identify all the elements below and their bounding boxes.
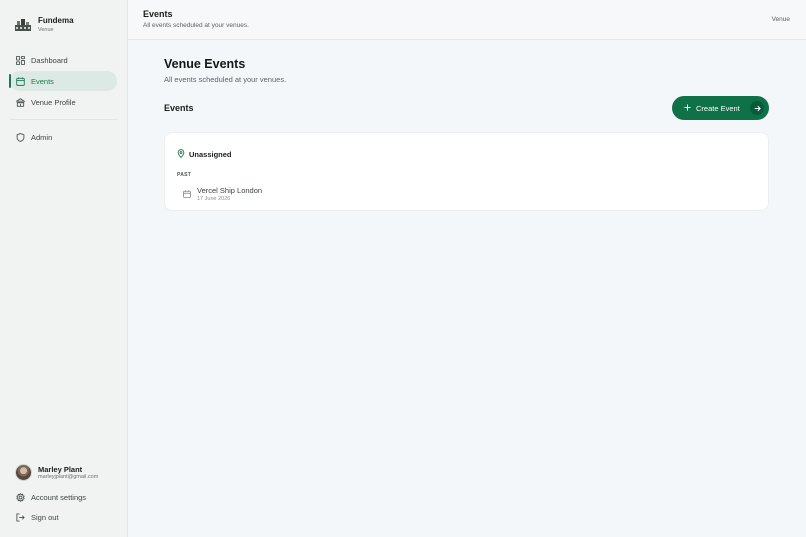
- sign-out-label: Sign out: [31, 512, 59, 522]
- sign-out-link[interactable]: Sign out: [10, 507, 117, 527]
- calendar-icon: [16, 76, 25, 86]
- sidebar-item-venue-profile[interactable]: Venue Profile: [10, 92, 117, 112]
- user-name: Marley Plant: [38, 464, 83, 474]
- arrow-right-icon: [750, 101, 764, 115]
- sign-out-icon: [16, 512, 25, 522]
- shield-icon: [16, 132, 25, 142]
- sidebar-item-events[interactable]: Events: [9, 71, 117, 91]
- map-pin-icon: [177, 145, 185, 163]
- avatar: [15, 464, 32, 481]
- nav-divider: [10, 119, 117, 120]
- page-title: Venue Events: [164, 57, 246, 71]
- topbar-title: Events: [143, 9, 173, 19]
- section-title: Events: [164, 103, 194, 113]
- create-event-label: Create Event: [696, 103, 740, 113]
- app-root: Fundema Venue Dashboard Events Venue Pro…: [0, 0, 806, 537]
- venue-logo-icon: [15, 17, 31, 33]
- calendar-icon: [183, 185, 191, 203]
- gear-icon: [16, 492, 25, 502]
- sidebar-footer: Marley Plant marleyjplant@gmail.com Acco…: [10, 464, 117, 527]
- sidebar-item-label: Dashboard: [31, 55, 68, 65]
- brand-sub: Venue: [38, 27, 54, 33]
- user-info: Marley Plant marleyjplant@gmail.com: [38, 465, 98, 481]
- grid-icon: [16, 55, 25, 65]
- topbar-heading: Events All events scheduled at your venu…: [143, 9, 249, 29]
- sidebar-item-admin[interactable]: Admin: [10, 127, 117, 147]
- main-nav: Dashboard Events Venue Profile Admin: [9, 50, 117, 147]
- create-event-content: Create Event: [684, 104, 740, 113]
- create-event-button[interactable]: Create Event: [672, 96, 769, 120]
- list-item[interactable]: Vercel Ship London 17 June 2026: [177, 185, 756, 203]
- sidebar-item-label: Events: [31, 76, 54, 86]
- sidebar: Fundema Venue Dashboard Events Venue Pro…: [0, 0, 128, 537]
- sidebar-item-dashboard[interactable]: Dashboard: [10, 50, 117, 70]
- event-group-title: Unassigned: [189, 149, 232, 159]
- events-section-header: Events Create Event: [164, 96, 769, 120]
- brand-name: Fundema: [38, 16, 74, 25]
- plus-icon: [684, 103, 691, 113]
- brand[interactable]: Fundema Venue: [10, 16, 117, 34]
- past-label: PAST: [177, 172, 192, 178]
- building-icon: [16, 97, 25, 107]
- user-email: marleyjplant@gmail.com: [38, 473, 99, 480]
- sidebar-item-label: Venue Profile: [31, 97, 76, 107]
- event-date: 17 June 2026: [197, 195, 231, 202]
- account-settings-link[interactable]: Account settings: [10, 487, 117, 507]
- main-content: Events All events scheduled at your venu…: [128, 0, 806, 537]
- brand-text: Fundema Venue: [38, 16, 74, 34]
- topbar-role: Venue: [771, 16, 790, 23]
- event-group-card: Unassigned PAST Vercel Ship London 17 Ju…: [164, 132, 769, 211]
- event-group-header: Unassigned: [177, 145, 756, 163]
- sidebar-item-label: Admin: [31, 132, 53, 142]
- page-subtitle: All events scheduled at your venues.: [164, 75, 287, 84]
- account-settings-label: Account settings: [31, 492, 87, 502]
- event-name: Vercel Ship London: [197, 185, 263, 195]
- topbar-subtitle: All events scheduled at your venues.: [143, 22, 249, 29]
- topbar: Events All events scheduled at your venu…: [128, 0, 806, 40]
- event-info: Vercel Ship London 17 June 2026: [197, 186, 262, 203]
- user-profile[interactable]: Marley Plant marleyjplant@gmail.com: [10, 464, 117, 481]
- events-page: Venue Events All events scheduled at you…: [128, 40, 806, 211]
